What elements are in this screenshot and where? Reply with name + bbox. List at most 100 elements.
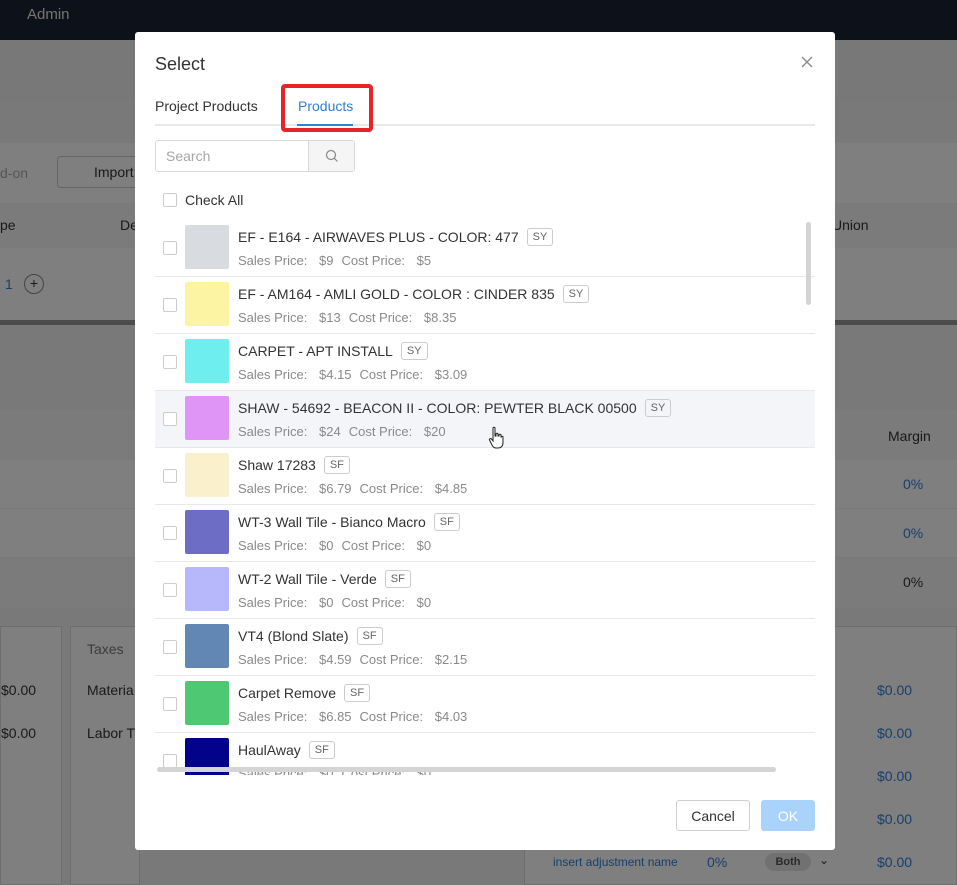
check-all[interactable]: Check All — [163, 192, 243, 208]
product-prices: Sales Price: $13 Cost Price: $8.35 — [238, 310, 456, 325]
horizontal-scrollbar[interactable] — [157, 767, 776, 772]
product-name: CARPET - APT INSTALL — [238, 343, 393, 359]
cost-price-value: $0 — [416, 595, 432, 610]
product-row[interactable]: VT4 (Blond Slate) SF Sales Price: $4.59 Cos… — [155, 619, 815, 676]
sales-price-label: Sales Price: — [238, 424, 308, 439]
product-name-line: SHAW - 54692 - BEACON II - COLOR: PEWTER… — [238, 399, 672, 417]
check-all-label: Check All — [185, 192, 244, 208]
cost-price-label: Cost Price: — [359, 709, 424, 724]
unit-badge: SY — [644, 399, 672, 417]
cost-price-label: Cost Price: — [348, 424, 413, 439]
product-list: EF - E164 - AIRWAVES PLUS - COLOR: 477 SY… — [155, 220, 815, 775]
product-row[interactable]: EF - E164 - AIRWAVES PLUS - COLOR: 477 SY… — [155, 220, 815, 277]
product-name: VT4 (Blond Slate) — [238, 628, 349, 644]
check-all-checkbox[interactable] — [163, 193, 177, 207]
dialog-title: Select — [155, 54, 206, 74]
product-checkbox[interactable] — [163, 526, 177, 540]
product-prices: Sales Price: $24 Cost Price: $20 — [238, 424, 446, 439]
close-icon[interactable] — [799, 54, 815, 70]
sales-price-label: Sales Price: — [238, 652, 308, 667]
sales-price: Sales Price: $6.85 — [238, 709, 352, 724]
unit-badge: SY — [400, 342, 428, 360]
ok-button[interactable]: OK — [761, 800, 815, 831]
unit-badge: SY — [562, 285, 590, 303]
product-checkbox[interactable] — [163, 412, 177, 426]
tab-project-products[interactable]: Project Products — [155, 98, 258, 114]
product-name-line: Shaw 17283 SF — [238, 456, 350, 474]
sales-price-value: $4.15 — [319, 367, 352, 382]
unit-badge: SF — [323, 456, 350, 474]
pointer-cursor-icon — [488, 426, 504, 449]
sales-price-value: $0 — [319, 538, 334, 553]
product-name-line: CARPET - APT INSTALL SY — [238, 342, 428, 360]
product-checkbox[interactable] — [163, 640, 177, 654]
sales-price: Sales Price: $24 — [238, 424, 341, 439]
unit-badge: SF — [344, 684, 371, 702]
product-color-swatch — [185, 339, 229, 383]
cost-price: Cost Price: $8.35 — [349, 310, 457, 325]
product-prices: Sales Price: $9 Cost Price: $5 — [238, 253, 431, 268]
cost-price-value: $3.09 — [434, 367, 468, 382]
cost-price: Cost Price: $0 — [341, 538, 431, 553]
cost-price: Cost Price: $5 — [341, 253, 431, 268]
product-prices: Sales Price: $0 Cost Price: $0 — [238, 538, 431, 553]
product-row[interactable]: EF - AM164 - AMLI GOLD - COLOR : CINDER … — [155, 277, 815, 334]
sales-price-value: $6.79 — [319, 481, 352, 496]
sales-price: Sales Price: $0 — [238, 538, 333, 553]
cost-price-value: $2.15 — [434, 652, 468, 667]
cost-price-label: Cost Price: — [341, 595, 406, 610]
product-name-line: WT-2 Wall Tile - Verde SF — [238, 570, 411, 588]
product-checkbox[interactable] — [163, 298, 177, 312]
search-button[interactable] — [308, 141, 354, 171]
product-color-swatch — [185, 282, 229, 326]
product-row[interactable]: Carpet Remove SF Sales Price: $6.85 Cost Pr… — [155, 676, 815, 733]
product-name: EF - AM164 - AMLI GOLD - COLOR : CINDER … — [238, 286, 555, 302]
sales-price: Sales Price: $0 — [238, 595, 333, 610]
cost-price-value: $4.03 — [434, 709, 468, 724]
cost-price-value: $20 — [423, 424, 446, 439]
cancel-button[interactable]: Cancel — [676, 800, 750, 831]
product-name-line: EF - E164 - AIRWAVES PLUS - COLOR: 477 SY — [238, 228, 554, 246]
product-name-line: HaulAway SF — [238, 741, 335, 759]
search-input[interactable] — [156, 141, 308, 171]
sales-price: Sales Price: $9 — [238, 253, 333, 268]
product-color-swatch — [185, 453, 229, 497]
sales-price-value: $13 — [319, 310, 341, 325]
product-prices: Sales Price: $6.79 Cost Price: $4.85 — [238, 481, 467, 496]
product-row[interactable]: WT-3 Wall Tile - Bianco Macro SF Sales Pri… — [155, 505, 815, 562]
product-checkbox[interactable] — [163, 583, 177, 597]
product-row[interactable]: CARPET - APT INSTALL SY Sales Price: $4.15… — [155, 334, 815, 391]
product-row[interactable]: WT-2 Wall Tile - Verde SF Sales Price: $0 C… — [155, 562, 815, 619]
product-checkbox[interactable] — [163, 469, 177, 483]
sales-price-value: $0 — [319, 595, 334, 610]
product-prices: Sales Price: $4.15 Cost Price: $3.09 — [238, 367, 467, 382]
cost-price: Cost Price: $2.15 — [360, 652, 468, 667]
vertical-scrollbar[interactable] — [806, 222, 811, 305]
search-box — [155, 140, 355, 172]
product-checkbox[interactable] — [163, 754, 177, 768]
cost-price-label: Cost Price: — [341, 538, 406, 553]
sales-price: Sales Price: $13 — [238, 310, 341, 325]
sales-price-value: $4.59 — [319, 652, 352, 667]
sales-price-value: $24 — [319, 424, 341, 439]
sales-price-value: $9 — [319, 253, 334, 268]
product-name-line: Carpet Remove SF — [238, 684, 371, 702]
sales-price-label: Sales Price: — [238, 595, 308, 610]
cost-price-label: Cost Price: — [359, 367, 424, 382]
highlight-annotation — [281, 84, 373, 132]
sales-price-value: $6.85 — [319, 709, 352, 724]
product-name: HaulAway — [238, 742, 301, 758]
cost-price: Cost Price: $20 — [349, 424, 446, 439]
cost-price-value: $4.85 — [434, 481, 468, 496]
product-checkbox[interactable] — [163, 355, 177, 369]
cost-price: Cost Price: $3.09 — [360, 367, 468, 382]
product-checkbox[interactable] — [163, 697, 177, 711]
product-checkbox[interactable] — [163, 241, 177, 255]
cost-price-value: $0 — [416, 538, 432, 553]
product-row[interactable]: SHAW - 54692 - BEACON II - COLOR: PEWTER… — [155, 391, 815, 448]
product-name: WT-3 Wall Tile - Bianco Macro — [238, 514, 426, 530]
product-row[interactable]: Shaw 17283 SF Sales Price: $6.79 Cost Price… — [155, 448, 815, 505]
product-name: SHAW - 54692 - BEACON II - COLOR: PEWTER… — [238, 400, 637, 416]
product-name: WT-2 Wall Tile - Verde — [238, 571, 377, 587]
cost-price-label: Cost Price: — [359, 652, 424, 667]
